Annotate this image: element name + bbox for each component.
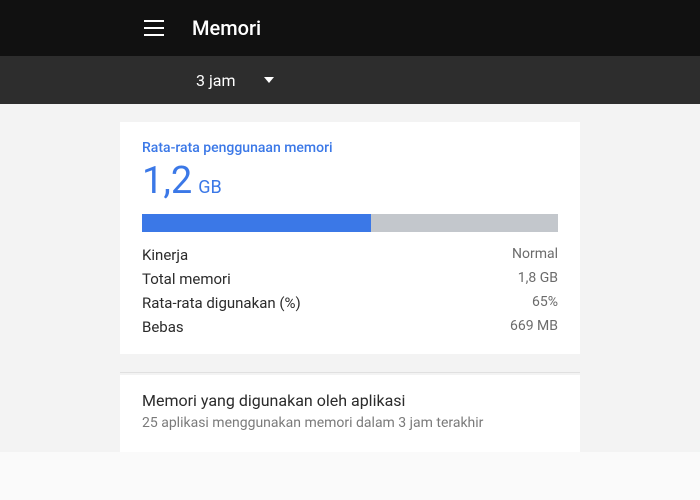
stat-label: Kinerja [142,246,188,264]
memory-summary-card: Rata-rata penggunaan memori 1,2 GB Kiner… [120,122,580,354]
avg-usage-unit: GB [198,177,221,198]
memory-screen: Memori 3 jam Rata-rata penggunaan memori… [0,0,700,500]
memory-usage-bar [142,214,558,232]
avg-usage-number: 1,2 [142,162,192,200]
time-range-value: 3 jam [196,71,236,90]
avg-usage-value: 1,2 GB [142,162,558,200]
content-area: Rata-rata penggunaan memori 1,2 GB Kiner… [0,104,700,452]
stat-row: Bebas 669 MB [142,318,558,336]
apps-memory-subtitle: 25 aplikasi menggunakan memori dalam 3 j… [142,414,558,434]
memory-stats-list: Kinerja Normal Total memori 1,8 GB Rata-… [142,246,558,336]
page-title: Memori [192,16,261,40]
menu-icon[interactable] [144,16,168,40]
stat-label: Rata-rata digunakan (%) [142,294,301,312]
time-range-dropdown[interactable]: 3 jam [0,56,700,104]
app-bar: Memori [0,0,700,56]
apps-memory-title: Memori yang digunakan oleh aplikasi [142,391,558,410]
chevron-down-icon [264,77,274,83]
avg-usage-label: Rata-rata penggunaan memori [142,140,558,156]
memory-usage-bar-fill [142,214,371,232]
stat-label: Total memori [142,270,231,288]
stat-value: 1,8 GB [518,270,558,288]
stat-value: 65% [532,294,558,312]
stat-value: 669 MB [510,318,558,336]
stat-value: Normal [512,246,558,264]
stat-label: Bebas [142,318,184,336]
apps-memory-item[interactable]: Memori yang digunakan oleh aplikasi 25 a… [120,375,580,452]
stat-row: Kinerja Normal [142,246,558,264]
divider [120,372,580,373]
stat-row: Total memori 1,8 GB [142,270,558,288]
stat-row: Rata-rata digunakan (%) 65% [142,294,558,312]
